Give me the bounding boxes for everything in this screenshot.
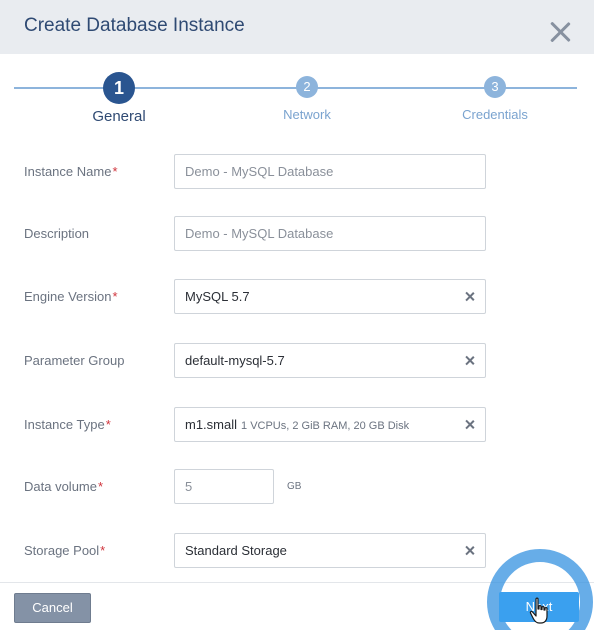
dialog-title: Create Database Instance [24, 15, 245, 36]
storage-pool-select[interactable]: Standard Storage [174, 533, 486, 568]
parameter-group-select[interactable]: default-mysql-5.7 [174, 343, 486, 378]
clear-icon[interactable] [464, 416, 476, 434]
step-label: Credentials [462, 107, 528, 122]
clear-icon[interactable] [464, 288, 476, 306]
storage-pool-value: Standard Storage [185, 543, 287, 558]
cancel-button[interactable]: Cancel [14, 593, 91, 623]
data-volume-unit: GB [287, 481, 302, 492]
parameter-group-label: Parameter Group [24, 353, 125, 368]
row-description: Description Demo - MySQL Database [0, 216, 594, 252]
engine-version-select[interactable]: MySQL 5.7 [174, 279, 486, 314]
step-label: Network [283, 107, 331, 122]
engine-version-value: MySQL 5.7 [185, 289, 250, 304]
row-instance-name: Instance Name* Demo - MySQL Database [0, 154, 594, 190]
dialog-header: Create Database Instance [0, 0, 594, 54]
description-label: Description [24, 226, 90, 241]
description-placeholder: Demo - MySQL Database [185, 226, 334, 241]
instance-type-select[interactable]: m1.small 1 VCPUs, 2 GiB RAM, 20 GB Disk [174, 407, 486, 442]
clear-icon[interactable] [464, 542, 476, 560]
step-number: 1 [103, 72, 135, 104]
create-database-dialog: Create Database Instance 1 General 2 Net… [0, 0, 594, 630]
parameter-group-value: default-mysql-5.7 [185, 353, 285, 368]
hand-cursor-icon [529, 597, 548, 624]
instance-name-field[interactable]: Demo - MySQL Database [174, 154, 486, 189]
step-label: General [92, 108, 146, 125]
instance-type-value: m1.small 1 VCPUs, 2 GiB RAM, 20 GB Disk [185, 417, 410, 432]
storage-pool-label: Storage Pool* [24, 543, 106, 558]
clear-icon[interactable] [464, 352, 476, 370]
step-number: 2 [296, 76, 318, 98]
close-icon[interactable] [548, 20, 572, 44]
row-instance-type: Instance Type* m1.small 1 VCPUs, 2 GiB RA… [0, 407, 594, 443]
data-volume-value: 5 [185, 479, 193, 494]
description-field[interactable]: Demo - MySQL Database [174, 216, 486, 251]
data-volume-label: Data volume* [24, 479, 104, 494]
instance-name-placeholder: Demo - MySQL Database [185, 164, 334, 179]
instance-type-detail: 1 VCPUs, 2 GiB RAM, 20 GB Disk [241, 420, 410, 432]
row-data-volume: Data volume* 5 GB [0, 469, 594, 505]
engine-version-label: Engine Version* [24, 289, 118, 304]
instance-type-label: Instance Type* [24, 417, 111, 432]
instance-name-label: Instance Name* [24, 164, 118, 179]
step-number: 3 [484, 76, 506, 98]
row-engine-version: Engine Version* MySQL 5.7 [0, 279, 594, 315]
row-parameter-group: Parameter Group default-mysql-5.7 [0, 343, 594, 379]
data-volume-input[interactable]: 5 [174, 469, 274, 504]
